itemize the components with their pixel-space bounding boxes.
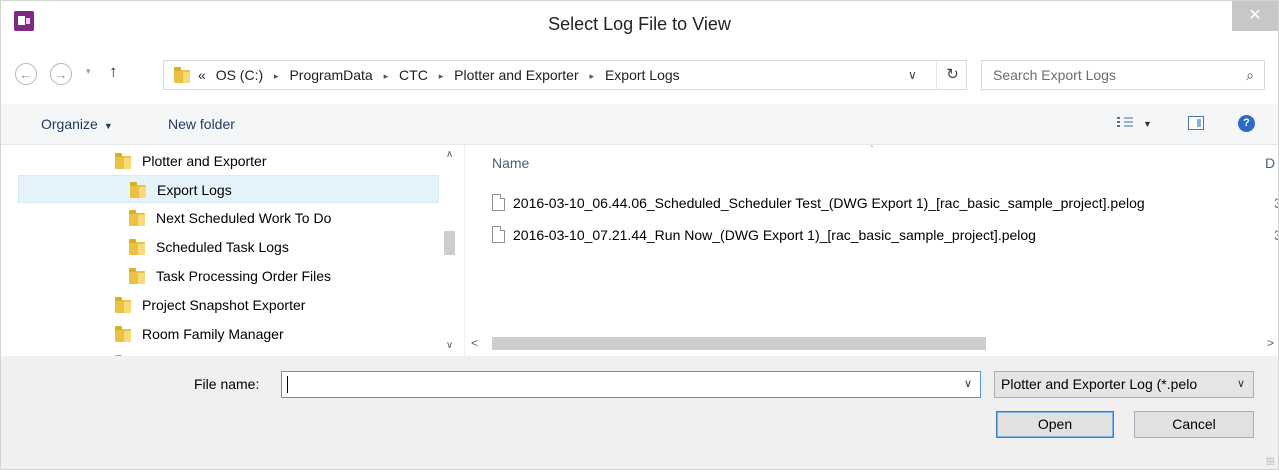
file-date: 3 (1274, 227, 1278, 243)
organize-label: Organize (41, 116, 98, 132)
folder-icon (129, 210, 145, 226)
chevron-down-icon: ∨ (1236, 378, 1245, 390)
chevron-right-icon[interactable]: ▸ (439, 71, 444, 81)
file-type-value: Plotter and Exporter Log (*.pelo (1001, 376, 1198, 392)
more-views-dropdown[interactable]: ▼ (1143, 104, 1152, 144)
sort-ascending-icon: ˆ (870, 145, 874, 156)
file-date: 3 (1274, 195, 1278, 211)
new-folder-button[interactable]: New folder (168, 104, 235, 144)
search-placeholder: Search Export Logs (993, 67, 1116, 83)
refresh-button[interactable]: ↻ (936, 61, 968, 89)
nav-item-room-family-manager[interactable]: Room Family Manager (115, 320, 435, 348)
crumb-ctc[interactable]: CTC (399, 67, 428, 83)
folder-icon (115, 326, 131, 342)
folder-icon (115, 297, 131, 313)
back-button[interactable]: ← (15, 63, 37, 85)
nav-item-plotter-and-exporter[interactable]: Plotter and Exporter (115, 147, 435, 175)
recent-locations-dropdown[interactable]: ▾ (86, 66, 91, 77)
nav-scroll-thumb[interactable] (444, 231, 455, 255)
file-type-select[interactable]: Plotter and Exporter Log (*.pelo ∨ (994, 371, 1254, 398)
chevron-right-icon[interactable]: ▸ (274, 71, 279, 81)
organize-button[interactable]: Organize ▼ (41, 104, 113, 146)
horizontal-scroll-thumb[interactable] (492, 337, 986, 350)
nav-item-label: Plotter and Exporter (142, 153, 267, 169)
text-caret (287, 376, 288, 393)
address-row: ← → ▾ ↑ « OS (C:) ▸ ProgramData ▸ CTC ▸ … (1, 48, 1278, 104)
nav-item-export-logs[interactable]: Export Logs (18, 175, 439, 203)
open-button[interactable]: Open (996, 411, 1114, 438)
dialog-title: Select Log File to View (548, 14, 731, 34)
nav-item-label: Export Logs (157, 182, 232, 198)
breadcrumb: « OS (C:) ▸ ProgramData ▸ CTC ▸ Plotter … (198, 61, 680, 89)
nav-scrollbar[interactable]: ∧ ∨ (441, 145, 458, 356)
nav-item-next-scheduled-work[interactable]: Next Scheduled Work To Do (129, 204, 435, 232)
nav-item-partial (115, 349, 435, 356)
crumb-plotter-and-exporter[interactable]: Plotter and Exporter (454, 67, 579, 83)
folder-icon (129, 268, 145, 284)
dialog-footer: File name: ∨ Plotter and Exporter Log (*… (1, 356, 1278, 469)
title-bar: Select Log File to View ✕ (1, 1, 1278, 48)
nav-item-task-processing-order[interactable]: Task Processing Order Files (129, 262, 435, 290)
folder-icon (115, 153, 131, 169)
folder-icon (129, 239, 145, 255)
scroll-up-arrow-icon[interactable]: ∧ (441, 149, 458, 160)
column-header-date[interactable]: D (1265, 153, 1275, 173)
crumb-os-c[interactable]: OS (C:) (216, 67, 263, 83)
file-name: 2016-03-10_07.21.44_Run Now_(DWG Export … (513, 227, 1036, 243)
file-name-input[interactable]: ∨ (281, 371, 981, 398)
navigation-pane: Plotter and Exporter Export Logs Next Sc… (1, 145, 464, 356)
nav-item-label: Project Snapshot Exporter (142, 297, 306, 313)
file-name-label: File name: (194, 376, 260, 392)
file-row[interactable]: 2016-03-10_07.21.44_Run Now_(DWG Export … (492, 222, 1278, 248)
document-icon (492, 226, 505, 243)
nav-item-label: Scheduled Task Logs (156, 239, 289, 255)
folder-icon (130, 182, 146, 198)
chevron-right-icon[interactable]: ▸ (384, 71, 389, 81)
help-icon[interactable]: ? (1238, 115, 1255, 132)
close-button[interactable]: ✕ (1232, 1, 1278, 31)
folder-icon (174, 67, 190, 83)
column-header-name[interactable]: Name (492, 153, 529, 173)
nav-item-label: Room Family Manager (142, 326, 284, 342)
nav-item-project-snapshot-exporter[interactable]: Project Snapshot Exporter (115, 291, 435, 319)
crumb-export-logs[interactable]: Export Logs (605, 67, 680, 83)
file-row[interactable]: 2016-03-10_06.44.06_Scheduled_Scheduler … (492, 190, 1278, 216)
caret-down-icon: ▼ (103, 121, 113, 131)
search-input[interactable]: Search Export Logs ⌕ (981, 60, 1265, 90)
file-name: 2016-03-10_06.44.06_Scheduled_Scheduler … (513, 195, 1145, 211)
file-list-pane: ˆ Name D 2016-03-10_06.44.06_Scheduled_S… (465, 145, 1278, 356)
breadcrumb-overflow[interactable]: « (198, 67, 206, 83)
scroll-left-arrow-icon[interactable]: < (471, 333, 478, 353)
command-bar: Organize ▼ New folder ▼ ? (1, 104, 1278, 145)
nav-item-label: Next Scheduled Work To Do (156, 210, 332, 226)
change-view-icon[interactable] (1117, 117, 1133, 130)
file-name-dropdown[interactable]: ∨ (964, 372, 972, 397)
file-open-dialog: Select Log File to View ✕ ← → ▾ ↑ « OS (… (0, 0, 1279, 470)
address-dropdown[interactable]: ∨ (908, 61, 917, 89)
scroll-down-arrow-icon[interactable]: ∨ (441, 340, 458, 351)
preview-pane-icon[interactable] (1188, 116, 1204, 130)
chevron-right-icon[interactable]: ▸ (590, 71, 595, 81)
search-icon[interactable]: ⌕ (1246, 61, 1254, 89)
document-icon (492, 194, 505, 211)
forward-button[interactable]: → (50, 63, 72, 85)
crumb-programdata[interactable]: ProgramData (289, 67, 372, 83)
nav-item-scheduled-task-logs[interactable]: Scheduled Task Logs (129, 233, 435, 261)
resize-grip-icon[interactable] (1266, 457, 1274, 465)
horizontal-scrollbar[interactable]: < > (465, 333, 1278, 353)
nav-item-label: Task Processing Order Files (156, 268, 332, 284)
scroll-right-arrow-icon[interactable]: > (1267, 333, 1274, 353)
cancel-button[interactable]: Cancel (1134, 411, 1254, 438)
up-button[interactable]: ↑ (109, 62, 118, 82)
address-bar[interactable]: « OS (C:) ▸ ProgramData ▸ CTC ▸ Plotter … (163, 60, 967, 90)
